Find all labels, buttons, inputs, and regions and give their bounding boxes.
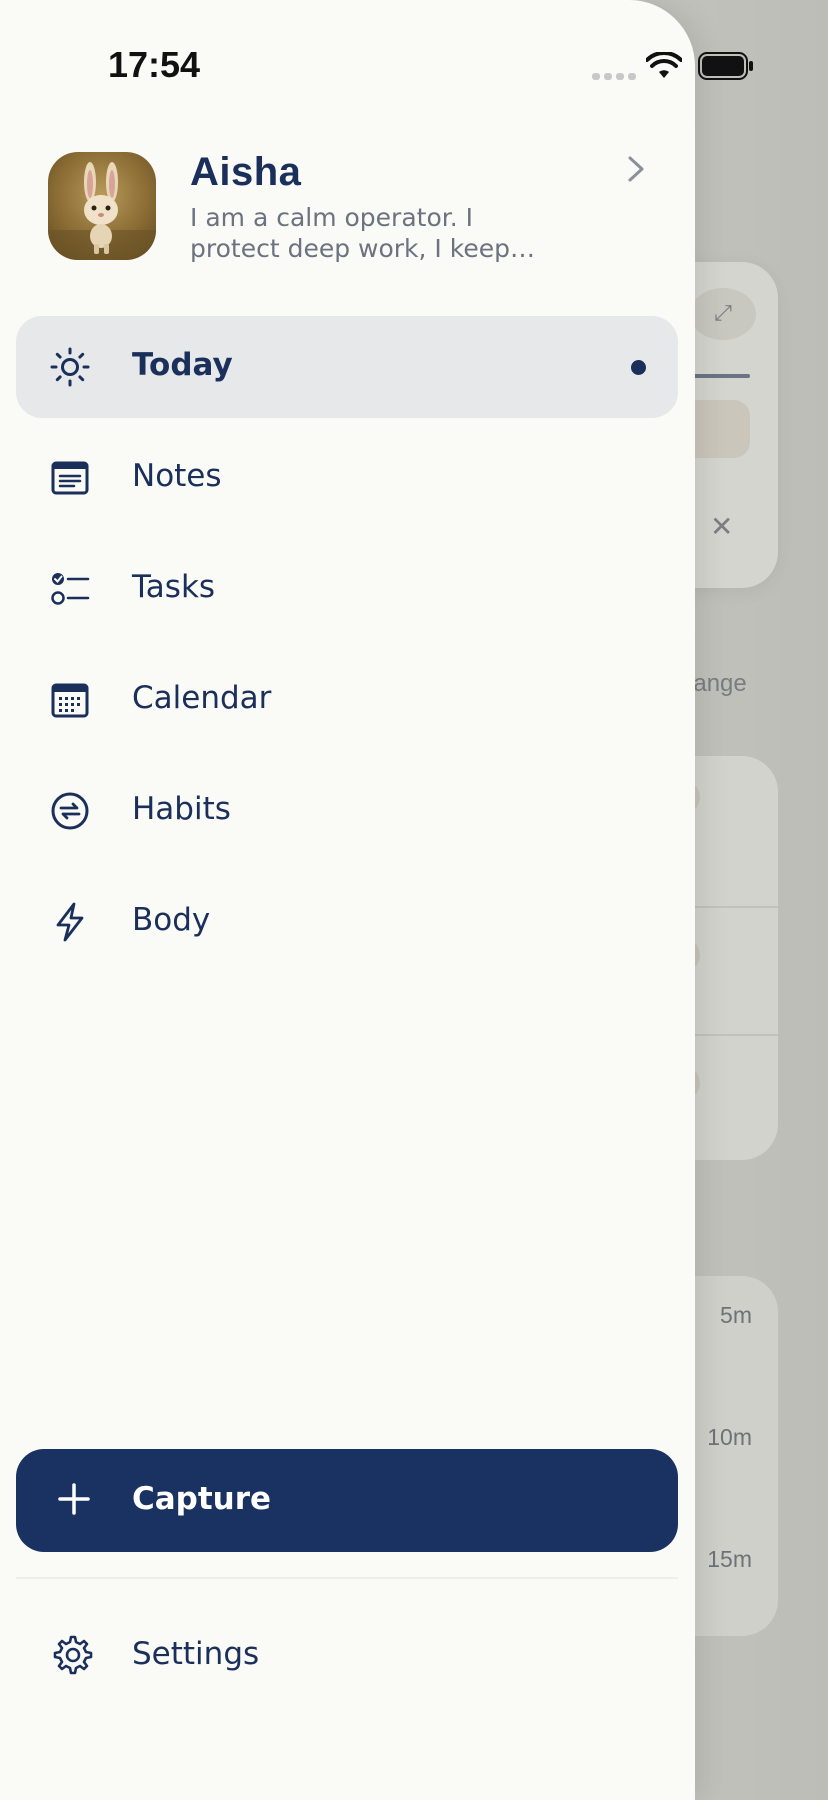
- nav-list: Today Notes Tasks Calendar Habits Body: [16, 316, 678, 982]
- profile-bio-line: protect deep work, I keep…: [190, 234, 535, 263]
- expand-icon: ⤢: [690, 288, 756, 340]
- nav-item-habits[interactable]: Habits: [16, 760, 678, 862]
- close-icon: ✕: [710, 510, 734, 543]
- refresh-cycle-icon: [51, 792, 89, 830]
- profile-bio-line: I am a calm operator. I: [190, 203, 474, 232]
- capture-button[interactable]: Capture: [16, 1449, 678, 1552]
- settings-button[interactable]: Settings: [16, 1604, 678, 1704]
- chevron-right-icon: [628, 156, 644, 182]
- avatar: [48, 152, 156, 260]
- nav-item-notes[interactable]: Notes: [16, 427, 678, 529]
- profile-name: Aisha: [190, 150, 302, 194]
- side-drawer: 17:54 Aisha I am a calm operator. I prot…: [0, 0, 753, 1800]
- checklist-icon: [51, 573, 90, 605]
- profile-bio: I am a calm operator. I protect deep wor…: [190, 202, 570, 264]
- capture-label: Capture: [132, 1481, 272, 1517]
- calendar-icon: [51, 683, 89, 718]
- nav-label: Body: [132, 902, 211, 938]
- lightning-icon: [56, 902, 84, 942]
- wifi-icon: [646, 52, 682, 78]
- status-time: 17:54: [108, 44, 201, 85]
- nav-item-calendar[interactable]: Calendar: [16, 649, 678, 751]
- nav-label: Today: [132, 347, 233, 383]
- nav-item-tasks[interactable]: Tasks: [16, 538, 678, 640]
- duration-text: 15m: [707, 1546, 752, 1572]
- nav-label: Calendar: [132, 680, 272, 716]
- gear-icon: [53, 1635, 93, 1675]
- signal-icon: [592, 73, 636, 80]
- plus-icon: [58, 1483, 90, 1515]
- nav-item-today[interactable]: Today: [16, 316, 678, 418]
- nav-item-body[interactable]: Body: [16, 871, 678, 973]
- duration-text: 10m: [707, 1424, 752, 1450]
- active-indicator-dot: [631, 360, 646, 375]
- divider: [16, 1577, 678, 1579]
- battery-icon: [698, 52, 753, 80]
- nav-label: Habits: [132, 791, 231, 827]
- nav-label: Tasks: [132, 569, 216, 605]
- profile-header[interactable]: Aisha I am a calm operator. I protect de…: [48, 150, 658, 270]
- sun-icon: [50, 347, 90, 387]
- bunny-avatar-icon: [48, 162, 156, 260]
- duration-text: 5m: [720, 1302, 752, 1328]
- settings-label: Settings: [132, 1636, 260, 1672]
- nav-label: Notes: [132, 458, 222, 494]
- notes-icon: [51, 461, 89, 495]
